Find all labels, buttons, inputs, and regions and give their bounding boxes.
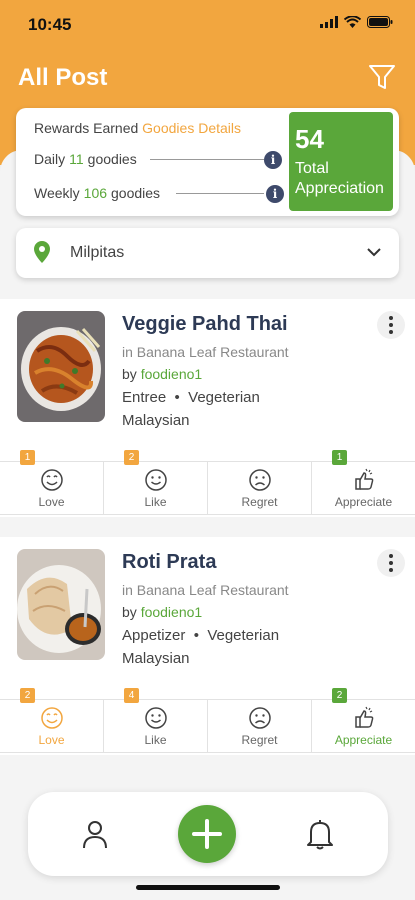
filter-icon[interactable] — [367, 62, 397, 92]
battery-icon — [367, 16, 393, 28]
rewards-card: Rewards Earned Goodies Details Daily 11 … — [16, 108, 399, 216]
daily-info-icon[interactable]: i — [264, 151, 282, 169]
appreciate-count-badge: 1 — [332, 450, 347, 465]
plus-icon — [192, 819, 222, 849]
location-pin-icon — [34, 241, 50, 263]
weekly-count: 106 — [83, 185, 108, 201]
post-restaurant[interactable]: in Banana Leaf Restaurant — [122, 344, 289, 360]
post-restaurant[interactable]: in Banana Leaf Restaurant — [122, 582, 289, 598]
goodies-details-link[interactable]: Goodies Details — [142, 120, 241, 136]
regret-reaction[interactable]: Regret — [208, 462, 312, 514]
like-icon — [144, 468, 167, 491]
like-reaction[interactable]: 4 Like — [104, 688, 208, 752]
post-more-button[interactable] — [377, 549, 405, 577]
user-icon[interactable] — [81, 819, 109, 849]
total-label-line2: Appreciation — [295, 180, 384, 197]
like-count-badge: 2 — [124, 450, 139, 465]
regret-icon — [248, 706, 271, 729]
post-author[interactable]: foodieno1 — [141, 366, 203, 382]
reactions-bar: 2 Love 4 Like Regret 2 Appreciate — [0, 688, 415, 753]
post-diet: Vegeterian — [188, 389, 260, 406]
appreciate-reaction[interactable]: 1 Appreciate — [312, 450, 415, 514]
weekly-label: Weekly — [34, 185, 80, 201]
weekly-unit: goodies — [111, 185, 161, 201]
regret-icon — [248, 468, 271, 491]
signal-icon — [320, 16, 338, 28]
post-tags-row: Appetizer • Vegeterian — [122, 627, 279, 644]
home-indicator — [136, 885, 280, 890]
chevron-down-icon — [367, 248, 381, 257]
total-appreciation-value: 54 — [295, 124, 324, 154]
like-label: Like — [144, 494, 167, 509]
status-bar: 10:45 — [0, 0, 415, 50]
love-label: Love — [38, 494, 65, 509]
post-image[interactable] — [17, 549, 105, 660]
location-selector[interactable]: Milpitas — [16, 228, 399, 278]
love-reaction[interactable]: 1 Love — [0, 450, 104, 514]
love-reaction[interactable]: 2 Love — [0, 688, 104, 752]
post-author-row: by foodieno1 — [122, 366, 202, 382]
regret-label: Regret — [241, 732, 278, 747]
wifi-icon — [344, 16, 361, 28]
post-author-row: by foodieno1 — [122, 604, 202, 620]
like-label: Like — [144, 732, 167, 747]
location-value: Milpitas — [70, 244, 125, 261]
love-icon — [40, 468, 63, 491]
post-card: Roti Prata in Banana Leaf Restaurant by … — [0, 537, 415, 755]
post-more-button[interactable] — [377, 311, 405, 339]
weekly-goodies-row: Weekly 106 goodies — [34, 185, 160, 201]
post-category: Appetizer — [122, 627, 186, 644]
daily-count: 11 — [69, 151, 84, 167]
daily-progress-line — [150, 159, 264, 160]
weekly-info-icon[interactable]: i — [266, 185, 284, 203]
post-image[interactable] — [17, 311, 105, 422]
rewards-title-row: Rewards Earned Goodies Details — [34, 120, 241, 136]
daily-unit: goodies — [87, 151, 137, 167]
bottom-nav — [28, 792, 388, 876]
tag-separator: • — [170, 389, 184, 406]
regret-label: Regret — [241, 494, 278, 509]
status-time: 10:45 — [28, 15, 72, 34]
status-icons — [320, 16, 393, 28]
page-title: All Post — [18, 64, 108, 91]
like-reaction[interactable]: 2 Like — [104, 450, 208, 514]
love-icon — [40, 706, 63, 729]
post-cuisine: Malaysian — [122, 650, 190, 667]
regret-reaction[interactable]: Regret — [208, 700, 312, 752]
post-title[interactable]: Roti Prata — [122, 551, 216, 574]
total-label-line1: Total — [295, 160, 329, 177]
love-count-badge: 1 — [20, 450, 35, 465]
post-diet: Vegeterian — [207, 627, 280, 644]
post-title[interactable]: Veggie Pahd Thai — [122, 313, 288, 336]
appreciate-icon — [354, 468, 373, 490]
add-post-button[interactable] — [178, 805, 236, 863]
like-icon — [144, 706, 167, 729]
post-cuisine: Malaysian — [122, 412, 190, 429]
weekly-progress-line — [176, 193, 264, 194]
rewards-title: Rewards Earned — [34, 120, 139, 136]
post-by-label: by — [122, 604, 137, 620]
like-count-badge: 4 — [124, 688, 139, 703]
appreciate-count-badge: 2 — [332, 688, 347, 703]
appreciate-label: Appreciate — [334, 494, 393, 509]
daily-goodies-row: Daily 11 goodies — [34, 151, 137, 167]
appreciate-label: Appreciate — [334, 732, 393, 747]
appreciate-icon — [354, 706, 373, 728]
love-label: Love — [38, 732, 65, 747]
love-count-badge: 2 — [20, 688, 35, 703]
post-by-label: by — [122, 366, 137, 382]
appreciate-reaction[interactable]: 2 Appreciate — [312, 688, 415, 752]
post-category: Entree — [122, 389, 167, 406]
post-card: Veggie Pahd Thai in Banana Leaf Restaura… — [0, 299, 415, 517]
tag-separator: • — [189, 627, 204, 644]
daily-label: Daily — [34, 151, 66, 167]
total-appreciation-box: 54 Total Appreciation — [289, 112, 393, 211]
post-tags-row: Entree • Vegeterian — [122, 389, 260, 406]
bell-icon[interactable] — [306, 818, 334, 850]
reactions-bar: 1 Love 2 Like Regret 1 Appreciate — [0, 450, 415, 515]
post-author[interactable]: foodieno1 — [141, 604, 203, 620]
